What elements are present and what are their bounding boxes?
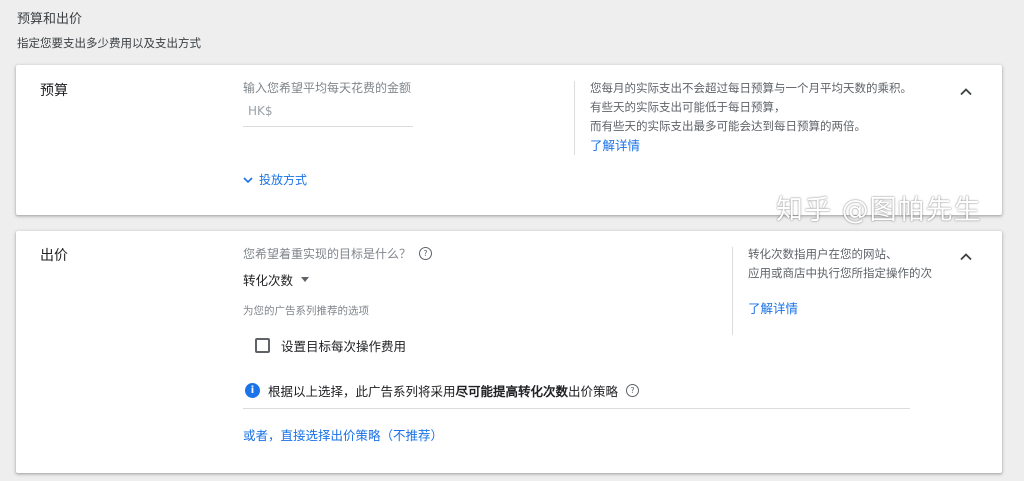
goal-question-text: 您希望着重实现的目标是什么？ [243,247,412,261]
budget-prompt: 输入您希望平均每天花费的金额 [243,81,412,95]
bidding-learn-more-link[interactable]: 了解详情 [748,298,798,317]
help-circle-icon[interactable]: ? [626,384,640,397]
bidding-help-line: 应用或商店中执行您所指定操作的次 [748,266,932,280]
budget-help-line: 有些天的实际支出可能低于每日预算， [590,100,786,114]
chevron-down-icon [243,173,253,187]
bidding-help-line: 转化次数指用户在您的网站、 [748,247,898,261]
chevron-up-icon[interactable] [956,82,976,102]
section-subtitle: 指定您要支出多少费用以及支出方式 [17,36,201,50]
currency-prefix: HK$ [248,104,273,118]
budget-help-line: 而有些天的实际支出最多可能会达到每日预算的两倍。 [590,119,866,133]
help-divider [732,247,733,335]
section-title: 预算和出价 [17,12,83,27]
strategy-info-suffix: 出价策略 [568,384,619,399]
bidding-label: 出价 [40,248,68,264]
target-cpa-label: 设置目标每次操作费用 [281,339,407,354]
divider [243,408,910,409]
manual-bid-strategy-link[interactable]: 或者，直接选择出价策略（不推荐） [243,425,443,444]
help-circle-icon[interactable]: ? [419,247,433,260]
goal-dropdown[interactable]: 转化次数 [243,270,310,289]
dropdown-caret-icon [301,277,310,282]
strategy-info-prefix: 根据以上选择，此广告系列将采用 [268,384,456,399]
goal-question: 您希望着重实现的目标是什么？ ? [243,245,433,262]
target-cpa-option[interactable]: 设置目标每次操作费用 [255,336,406,355]
delivery-method-toggle[interactable]: 投放方式 [243,171,307,188]
budget-amount-input[interactable]: HK$ [243,101,413,127]
budget-label: 预算 [40,83,68,99]
recommended-note: 为您的广告系列推荐的选项 [243,305,369,317]
target-cpa-checkbox[interactable] [255,338,270,353]
chevron-up-icon[interactable] [956,247,976,267]
budget-help-line: 您每月的实际支出不会超过每日预算与一个月平均天数的乘积。 [590,81,912,95]
info-icon: i [245,383,260,398]
watermark: 知乎 @图帕先生 [776,195,982,226]
budget-learn-more-link[interactable]: 了解详情 [590,136,950,155]
bidding-card: 出价 您希望着重实现的目标是什么？ ? 转化次数 为您的广告系列推荐的选项 设置… [16,231,1002,473]
delivery-method-label: 投放方式 [259,173,308,187]
strategy-info: i 根据以上选择，此广告系列将采用尽可能提高转化次数出价策略 ? [245,381,640,400]
strategy-name: 尽可能提高转化次数 [455,384,569,399]
budget-help-text: 您每月的实际支出不会超过每日预算与一个月平均天数的乘积。 有些天的实际支出可能低… [590,79,950,155]
strategy-info-text: 根据以上选择，此广告系列将采用尽可能提高转化次数出价策略 [268,381,618,400]
goal-dropdown-value: 转化次数 [243,273,294,288]
bidding-help-text: 转化次数指用户在您的网站、 应用或商店中执行您所指定操作的次 [748,245,943,283]
help-divider [574,81,575,155]
